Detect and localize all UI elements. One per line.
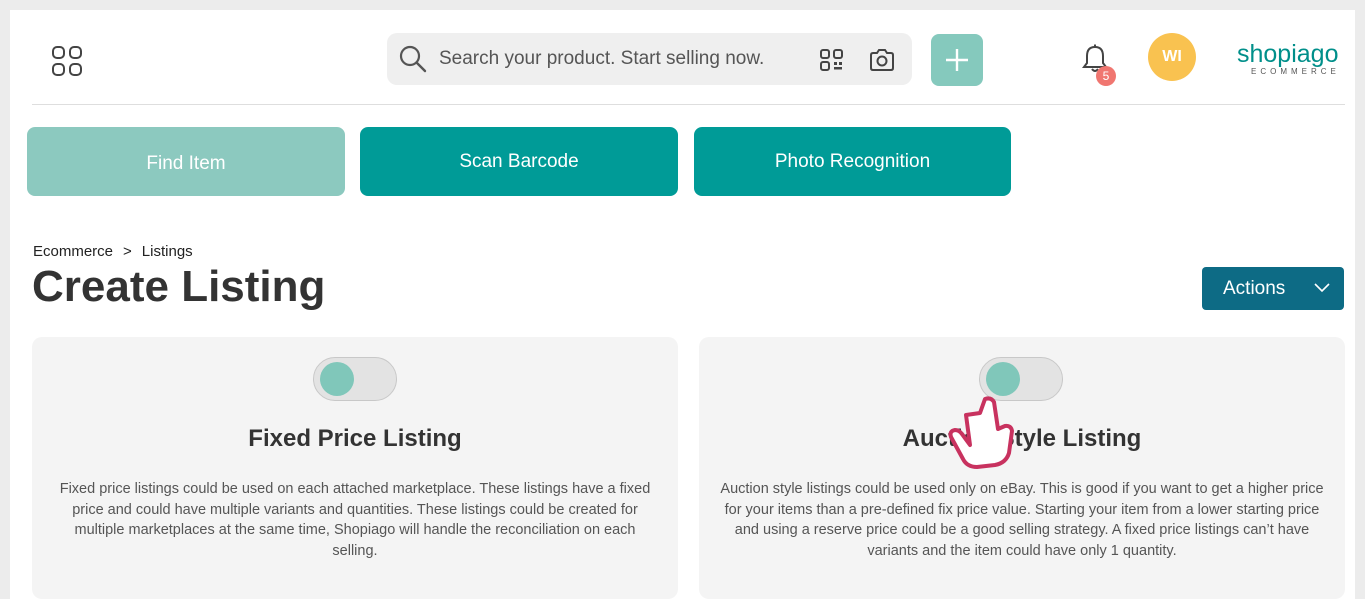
user-avatar[interactable]: WI: [1148, 33, 1196, 81]
header-divider: [32, 104, 1345, 105]
actions-label: Actions: [1223, 277, 1286, 299]
logo-wordmark: shopiago: [1237, 40, 1339, 68]
fixed-price-toggle[interactable]: [313, 357, 397, 401]
auction-style-description: Auction style listings could be used onl…: [720, 481, 1324, 559]
toggle-knob: [986, 362, 1020, 396]
camera-icon[interactable]: [868, 47, 896, 73]
actions-dropdown-button[interactable]: Actions: [1202, 267, 1344, 310]
auction-style-title: Auction Style Listing: [902, 425, 1142, 452]
find-item-label: Find Item: [146, 152, 226, 174]
scan-barcode-label: Scan Barcode: [459, 151, 579, 172]
fixed-price-card[interactable]: Fixed Price Listing Fixed price listings…: [32, 337, 678, 599]
fixed-price-description: Fixed price listings could be used on ea…: [59, 481, 651, 559]
fixed-price-title: Fixed Price Listing: [248, 425, 462, 452]
breadcrumb-listings[interactable]: Listings: [142, 243, 193, 260]
apps-grid-icon[interactable]: [52, 46, 82, 76]
notification-badge: 5: [1096, 66, 1116, 86]
toggle-knob: [320, 362, 354, 396]
search-bar: [387, 33, 912, 85]
logo-subtitle: ECOMMERCE: [1251, 67, 1340, 76]
breadcrumb-separator: >: [123, 243, 132, 260]
page-title: Create Listing: [32, 262, 326, 311]
shopiago-logo[interactable]: shopiago ECOMMERCE: [1237, 40, 1347, 76]
breadcrumb: Ecommerce > Listings: [33, 243, 193, 260]
auction-style-card[interactable]: Auction Style Listing Auction style list…: [699, 337, 1345, 599]
photo-recognition-button[interactable]: Photo Recognition: [694, 127, 1011, 196]
chevron-down-icon: [1314, 283, 1330, 293]
search-input[interactable]: [439, 48, 799, 70]
photo-recognition-label: Photo Recognition: [774, 151, 931, 172]
plus-icon: [946, 49, 968, 71]
auction-style-toggle[interactable]: [979, 357, 1063, 401]
scan-barcode-button[interactable]: Scan Barcode: [360, 127, 678, 196]
breadcrumb-ecommerce[interactable]: Ecommerce: [33, 243, 113, 260]
find-item-button[interactable]: Find Item: [27, 127, 345, 196]
search-icon[interactable]: [399, 45, 427, 73]
add-product-button[interactable]: [931, 34, 983, 86]
qr-code-icon[interactable]: [820, 49, 844, 71]
